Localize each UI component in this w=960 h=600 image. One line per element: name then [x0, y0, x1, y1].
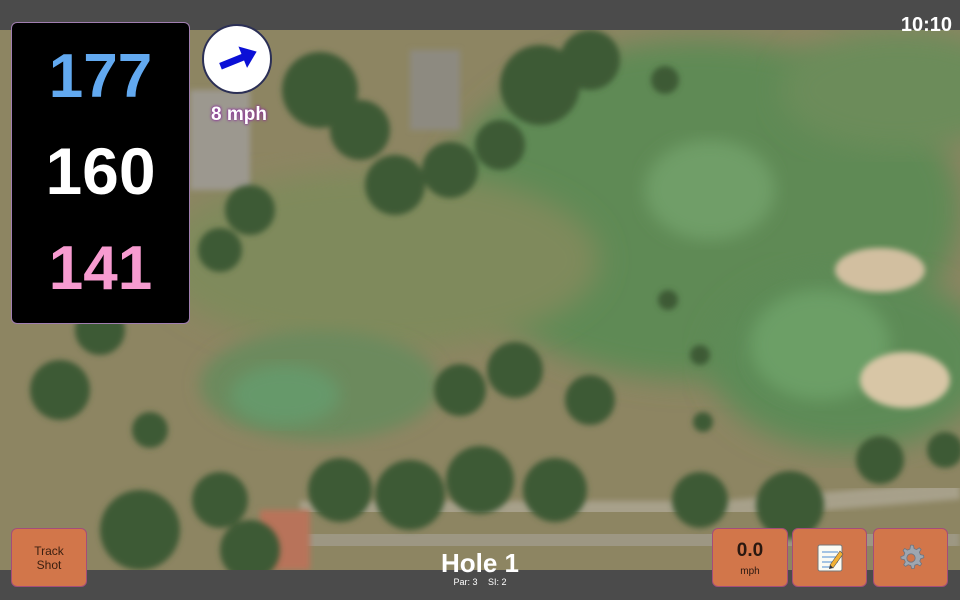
- middle-yardage: 160: [45, 134, 156, 208]
- hole-title: Hole 1: [440, 548, 520, 578]
- wind-speed: 8 mph: [211, 104, 267, 125]
- hole-si: SI: 2: [488, 577, 507, 587]
- speed-unit: mph: [740, 566, 760, 577]
- notepad-icon: [817, 544, 843, 571]
- gear-icon: [899, 544, 924, 569]
- notes-button[interactable]: [792, 528, 867, 587]
- back-yardage: 177: [48, 42, 153, 111]
- settings-button[interactable]: [873, 528, 948, 587]
- arrow-icon: [219, 46, 257, 70]
- speed-value: 0.0: [736, 540, 764, 561]
- hole-par: Par: 3: [453, 577, 478, 587]
- wind-direction-dial: [202, 24, 272, 94]
- speed-button[interactable]: 0.0 mph: [712, 528, 788, 587]
- track-shot-button[interactable]: Track Shot: [11, 528, 87, 587]
- hole-info: Par: 3 SI: 2: [380, 577, 580, 587]
- front-yardage: 141: [48, 234, 153, 303]
- track-shot-label: Track Shot: [34, 543, 64, 572]
- clock: 10:10: [900, 14, 952, 36]
- yardage-panel: 177 160 141: [11, 22, 190, 324]
